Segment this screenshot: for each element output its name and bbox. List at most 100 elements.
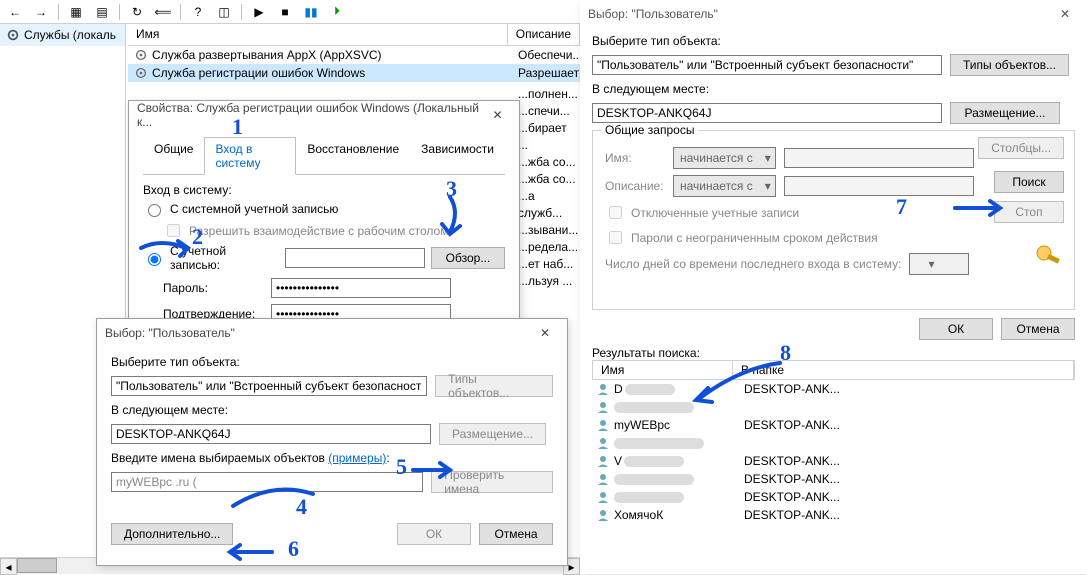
gear-icon: [6, 28, 20, 42]
dialog-titlebar[interactable]: Выбор: "Пользователь" ✕: [97, 319, 567, 347]
ok-button[interactable]: ОК: [397, 523, 471, 545]
object-type-label: Выберите тип объекта:: [592, 34, 1075, 48]
radio-input[interactable]: [148, 253, 161, 266]
user-icon: [596, 472, 610, 486]
result-name: [614, 474, 740, 485]
result-folder: DESKTOP-ANK...: [744, 418, 840, 432]
location-field: [111, 424, 431, 444]
dialog-titlebar[interactable]: Выбор: "Пользователь" ✕: [580, 0, 1087, 28]
toolbar-help-icon[interactable]: ?: [187, 2, 209, 22]
location-field: [592, 103, 942, 123]
chevron-down-icon: ▾: [759, 179, 775, 193]
checkbox-interact-desktop: Разрешить взаимодействие с рабочим столо…: [163, 221, 505, 240]
toolbar-export-icon[interactable]: ⟸: [152, 2, 174, 22]
advanced-button[interactable]: Дополнительно...: [111, 523, 233, 545]
result-name: [614, 492, 740, 503]
check-names-button[interactable]: Проверить имена: [431, 471, 553, 493]
search-button[interactable]: Поиск: [994, 171, 1064, 193]
tab-recovery[interactable]: Восстановление: [296, 137, 410, 175]
result-name: [614, 438, 740, 449]
scroll-thumb[interactable]: [17, 558, 57, 573]
result-row[interactable]: D DESKTOP-ANK...: [592, 380, 1075, 398]
object-names-input[interactable]: [111, 472, 423, 492]
toolbar-view2-icon[interactable]: ▤: [91, 2, 113, 22]
toolbar-start-icon[interactable]: ▶: [248, 2, 270, 22]
name-label: Имя:: [605, 151, 665, 165]
close-icon[interactable]: ✕: [531, 323, 559, 343]
result-folder: DESKTOP-ANK...: [744, 490, 840, 504]
close-icon[interactable]: ✕: [1051, 4, 1079, 24]
service-name: Служба регистрации ошибок Windows: [152, 66, 365, 80]
toolbar-restart-icon[interactable]: ⏵: [326, 2, 348, 22]
password-input[interactable]: [271, 278, 451, 298]
results-list[interactable]: D DESKTOP-ANK... myWEBpc DESKTOP-ANK... …: [592, 380, 1075, 524]
location-label: В следующем месте:: [592, 82, 1075, 96]
toolbar-stop-icon[interactable]: ■: [274, 2, 296, 22]
gear-icon: [134, 48, 148, 62]
dialog-title: Выбор: "Пользователь": [105, 326, 235, 340]
chevron-down-icon: ▾: [922, 257, 938, 271]
service-row[interactable]: Служба регистрации ошибок Windows Разреш…: [128, 64, 580, 82]
types-button[interactable]: Типы объектов...: [435, 375, 553, 397]
password-label: Пароль:: [163, 281, 263, 295]
examples-link[interactable]: (примеры): [328, 451, 386, 465]
col-desc[interactable]: Описание: [508, 24, 580, 45]
locations-button[interactable]: Размещение...: [439, 423, 546, 445]
toolbar-props-icon[interactable]: ◫: [213, 2, 235, 22]
result-row[interactable]: [592, 434, 1075, 452]
user-icon: [596, 508, 610, 522]
columns-button[interactable]: Столбцы...: [978, 137, 1064, 159]
service-desc: Обеспечи...: [518, 48, 582, 62]
select-user-dialog: Выбор: "Пользователь" ✕ Выберите тип объ…: [96, 318, 568, 566]
user-icon: [596, 418, 610, 432]
dialog-title: Выбор: "Пользователь": [588, 7, 718, 21]
toolbar-view1-icon[interactable]: ▦: [65, 2, 87, 22]
browse-button[interactable]: Обзор...: [431, 247, 505, 269]
cancel-button[interactable]: Отмена: [1001, 318, 1075, 340]
result-row[interactable]: myWEBpc DESKTOP-ANK...: [592, 416, 1075, 434]
checkbox-input: [167, 224, 180, 237]
toolbar-back-icon[interactable]: ←: [4, 2, 26, 22]
cancel-button[interactable]: Отмена: [479, 523, 553, 545]
results-col-folder[interactable]: В папке: [733, 361, 1074, 379]
result-folder: DESKTOP-ANK...: [744, 454, 840, 468]
tree-services-node[interactable]: Службы (локаль: [0, 24, 125, 46]
user-icon: [596, 454, 610, 468]
col-name[interactable]: Имя: [128, 24, 508, 45]
results-col-name[interactable]: Имя: [593, 361, 733, 379]
result-row[interactable]: [592, 398, 1075, 416]
radio-this-account[interactable]: С учетной записью: Обзор...: [143, 244, 505, 272]
ok-button[interactable]: ОК: [919, 318, 993, 340]
result-row[interactable]: DESKTOP-ANK...: [592, 488, 1075, 506]
result-folder: DESKTOP-ANK...: [744, 472, 840, 486]
toolbar-pause-icon[interactable]: ▮▮: [300, 2, 322, 22]
object-type-field: [111, 376, 427, 396]
tab-logon[interactable]: Вход в систему: [204, 137, 296, 175]
result-row[interactable]: V DESKTOP-ANK...: [592, 452, 1075, 470]
user-icon: [596, 490, 610, 504]
service-name: Служба развертывания AppX (AppXSVC): [152, 48, 382, 62]
desc-combo[interactable]: начинается с▾: [673, 175, 776, 197]
toolbar-refresh-icon[interactable]: ↻: [126, 2, 148, 22]
locations-button[interactable]: Размещение...: [950, 102, 1060, 124]
service-desc: Разрешает: [518, 66, 579, 80]
disabled-accounts-checkbox: [609, 206, 622, 219]
group-title: Общие запросы: [601, 123, 698, 137]
gear-icon: [134, 66, 148, 80]
radio-system-account[interactable]: С системной учетной записью: [143, 201, 505, 217]
service-row[interactable]: Служба развертывания AppX (AppXSVC) Обес…: [128, 46, 580, 64]
scroll-left-icon[interactable]: ◂: [0, 558, 17, 575]
toolbar-forward-icon[interactable]: →: [30, 2, 52, 22]
result-row[interactable]: ХомячоК DESKTOP-ANK...: [592, 506, 1075, 524]
close-icon[interactable]: ✕: [484, 105, 511, 125]
name-combo[interactable]: начинается с▾: [673, 147, 776, 169]
dialog-titlebar[interactable]: Свойства: Служба регистрации ошибок Wind…: [129, 101, 519, 129]
stop-button[interactable]: Стоп: [994, 201, 1064, 223]
tab-general[interactable]: Общие: [143, 137, 204, 175]
types-button[interactable]: Типы объектов...: [950, 54, 1069, 76]
tab-dependencies[interactable]: Зависимости: [410, 137, 505, 175]
radio-input[interactable]: [148, 204, 161, 217]
desc-label: Описание:: [605, 179, 665, 193]
result-row[interactable]: DESKTOP-ANK...: [592, 470, 1075, 488]
account-input[interactable]: [285, 248, 425, 268]
